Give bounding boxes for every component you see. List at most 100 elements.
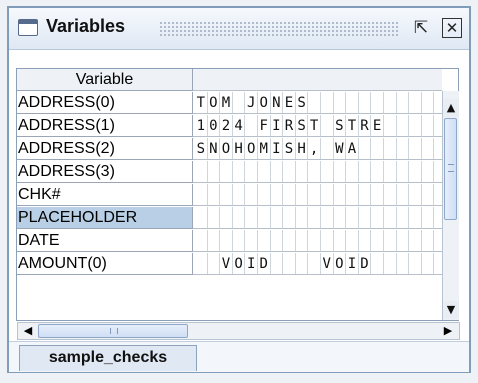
variable-value-cell[interactable]: SNOHOMISH, WA: [193, 138, 442, 160]
table-row[interactable]: ADDRESS(2) S N O H O M I S H, WA: [17, 138, 458, 161]
variable-value-cell[interactable]: [193, 184, 442, 206]
character-cell: [359, 207, 372, 228]
variable-name-cell[interactable]: PLACEHOLDER: [17, 207, 193, 229]
character-cell: [283, 230, 296, 251]
character-cell: [334, 230, 347, 251]
character-cell: [296, 253, 309, 274]
character-cell: [220, 161, 233, 182]
character-cell: [283, 161, 296, 182]
variable-name-cell[interactable]: CHK#: [17, 184, 193, 206]
variable-name-cell[interactable]: ADDRESS(2): [17, 138, 193, 160]
character-cell: T: [195, 92, 208, 113]
character-cell: [233, 207, 246, 228]
scroll-left-arrow-icon[interactable]: ◀: [20, 323, 36, 339]
table-row[interactable]: PLACEHOLDER: [17, 207, 458, 230]
column-header-variable[interactable]: Variable: [17, 69, 193, 91]
vertical-scroll-thumb[interactable]: [444, 118, 457, 220]
close-button[interactable]: ✕: [442, 18, 462, 38]
variables-window: Variables ⇱ ✕ Variable ADDRESS(0) T O M JON…: [7, 6, 471, 373]
character-cell: [296, 207, 309, 228]
character-cell: [233, 184, 246, 205]
character-cell: N: [271, 92, 284, 113]
column-header-value[interactable]: [193, 69, 442, 91]
character-cell: M: [220, 92, 233, 113]
character-cell: [422, 253, 435, 274]
character-cell: [334, 161, 347, 182]
character-cell: [321, 138, 334, 159]
table-header-row: Variable: [17, 69, 458, 92]
window-frame-icon: [18, 19, 38, 36]
character-cell: [220, 230, 233, 251]
character-cell: I: [271, 138, 284, 159]
variable-value-cell[interactable]: [193, 207, 442, 229]
character-cell: H: [296, 138, 309, 159]
character-cell: [397, 161, 410, 182]
table-row[interactable]: ADDRESS(1) 1 0 2 4 FIRST STRE: [17, 115, 458, 138]
variable-value-cell[interactable]: [193, 230, 442, 252]
variable-value-cell[interactable]: 1024 FIRST STRE: [193, 115, 442, 137]
character-cell: [371, 161, 384, 182]
scroll-down-arrow-icon[interactable]: ▼: [443, 301, 459, 319]
character-cell: [283, 184, 296, 205]
character-cell: T: [346, 115, 359, 136]
character-cell: [409, 253, 422, 274]
character-cell: [371, 207, 384, 228]
variable-value-cell[interactable]: VOID VOID: [193, 253, 442, 275]
horizontal-scrollbar[interactable]: ◀ ▶: [17, 322, 460, 340]
character-cell: F: [258, 115, 271, 136]
character-cell: [334, 184, 347, 205]
character-cell: [384, 161, 397, 182]
character-cell: [296, 161, 309, 182]
character-cell: [346, 207, 359, 228]
character-cell: [245, 184, 258, 205]
character-cell: 1: [195, 115, 208, 136]
character-cell: [308, 253, 321, 274]
character-cell: [334, 207, 347, 228]
character-cell: [321, 115, 334, 136]
variable-name-cell[interactable]: ADDRESS(1): [17, 115, 193, 137]
character-cell: [271, 161, 284, 182]
character-cell: [422, 184, 435, 205]
tab-sample-checks[interactable]: sample_checks: [19, 345, 197, 371]
character-cell: S: [334, 115, 347, 136]
variable-value-cell[interactable]: TOM JONES: [193, 92, 442, 114]
character-cell: R: [283, 115, 296, 136]
table-row[interactable]: AMOUNT(0) VOID VOID: [17, 253, 458, 276]
character-cell: T: [308, 115, 321, 136]
character-cell: [271, 230, 284, 251]
variables-table: Variable ADDRESS(0) T O M JONES ADDRESS(1) 1…: [16, 68, 460, 340]
horizontal-scroll-thumb[interactable]: [38, 324, 188, 338]
table-row[interactable]: ADDRESS(0) T O M JONES: [17, 92, 458, 115]
character-cell: [359, 184, 372, 205]
variable-name-cell[interactable]: DATE: [17, 230, 193, 252]
table-row[interactable]: ADDRESS(3): [17, 161, 458, 184]
variable-name-cell[interactable]: AMOUNT(0): [17, 253, 193, 275]
character-cell: [283, 253, 296, 274]
character-cell: [397, 138, 410, 159]
character-cell: [397, 115, 410, 136]
title-bar[interactable]: Variables ⇱ ✕: [9, 8, 469, 50]
scroll-up-arrow-icon[interactable]: ▲: [443, 99, 459, 117]
vertical-scrollbar[interactable]: ▲ ▼: [442, 91, 459, 320]
character-cell: [422, 207, 435, 228]
character-cell: A: [346, 138, 359, 159]
character-cell: [422, 230, 435, 251]
character-cell: [359, 161, 372, 182]
tab-strip: sample_checks: [9, 341, 469, 372]
table-row[interactable]: DATE: [17, 230, 458, 253]
character-cell: [409, 115, 422, 136]
variable-value-cell[interactable]: [193, 161, 442, 183]
maximize-button[interactable]: ⇱: [411, 18, 431, 38]
character-cell: [397, 230, 410, 251]
character-cell: V: [321, 253, 334, 274]
character-cell: H: [233, 138, 246, 159]
variable-name-cell[interactable]: ADDRESS(3): [17, 161, 193, 183]
character-cell: [258, 184, 271, 205]
character-cell: [397, 207, 410, 228]
table-row[interactable]: CHK#: [17, 184, 458, 207]
character-cell: O: [208, 92, 221, 113]
scroll-right-arrow-icon[interactable]: ▶: [440, 323, 456, 339]
character-cell: [308, 161, 321, 182]
title-bar-grip[interactable]: [159, 21, 399, 36]
variable-name-cell[interactable]: ADDRESS(0): [17, 92, 193, 114]
